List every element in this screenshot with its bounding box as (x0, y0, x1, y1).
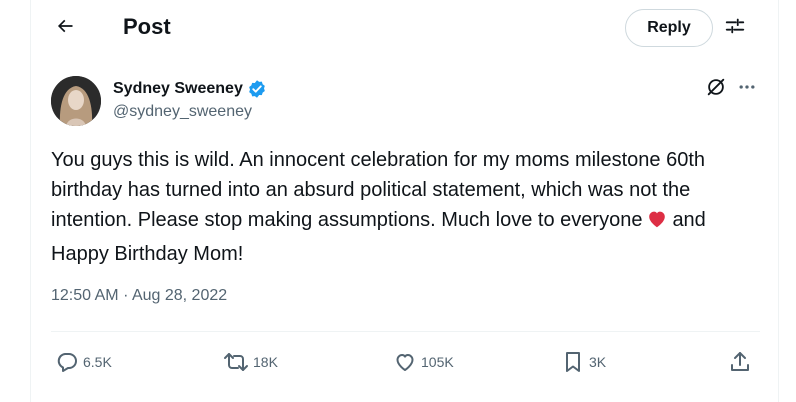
settings-button[interactable] (721, 14, 749, 42)
bookmark-count: 3K (589, 354, 607, 370)
red-heart-emoji (646, 208, 668, 239)
author-handle[interactable]: @sydney_sweeney (113, 103, 252, 121)
more-button[interactable] (735, 77, 759, 101)
like-count: 105K (421, 354, 454, 370)
reply-icon (55, 350, 79, 374)
post-detail-column: Post Reply Sydney Sweeney @sydney_sweene… (30, 0, 779, 402)
timestamp-separator: · (123, 287, 129, 304)
page-title: Post (123, 14, 171, 39)
bookmark-icon (561, 350, 585, 374)
repost-count: 18K (253, 354, 278, 370)
grok-icon (705, 76, 727, 103)
repost-icon (223, 350, 249, 374)
back-arrow-icon (55, 16, 75, 41)
avatar[interactable] (51, 76, 101, 126)
post-date[interactable]: Aug 28, 2022 (132, 287, 227, 304)
reply-button[interactable]: Reply (625, 9, 713, 47)
post-text-part1: You guys this is wild. An innocent celeb… (51, 149, 706, 231)
grok-button[interactable] (704, 77, 728, 101)
author-name-text: Sydney Sweeney (113, 80, 243, 97)
post-timestamp: 12:50 AM · Aug 28, 2022 (51, 287, 227, 305)
repost-action[interactable]: 18K (223, 348, 278, 376)
post-time[interactable]: 12:50 AM (51, 287, 119, 304)
bookmark-action[interactable]: 3K (561, 348, 606, 376)
back-button[interactable] (49, 12, 81, 44)
more-icon (737, 77, 757, 102)
reply-count: 6.5K (83, 354, 112, 370)
settings-icon (724, 15, 746, 42)
like-action[interactable]: 105K (393, 348, 454, 376)
reply-action[interactable]: 6.5K (55, 348, 112, 376)
share-action[interactable] (728, 348, 752, 376)
page-header: Post Reply (31, 0, 780, 56)
post-text: You guys this is wild. An innocent celeb… (51, 145, 756, 269)
author-name[interactable]: Sydney Sweeney (113, 79, 267, 99)
verified-badge-icon (247, 79, 267, 99)
share-icon (728, 350, 752, 374)
divider (51, 331, 760, 332)
like-icon (393, 350, 417, 374)
